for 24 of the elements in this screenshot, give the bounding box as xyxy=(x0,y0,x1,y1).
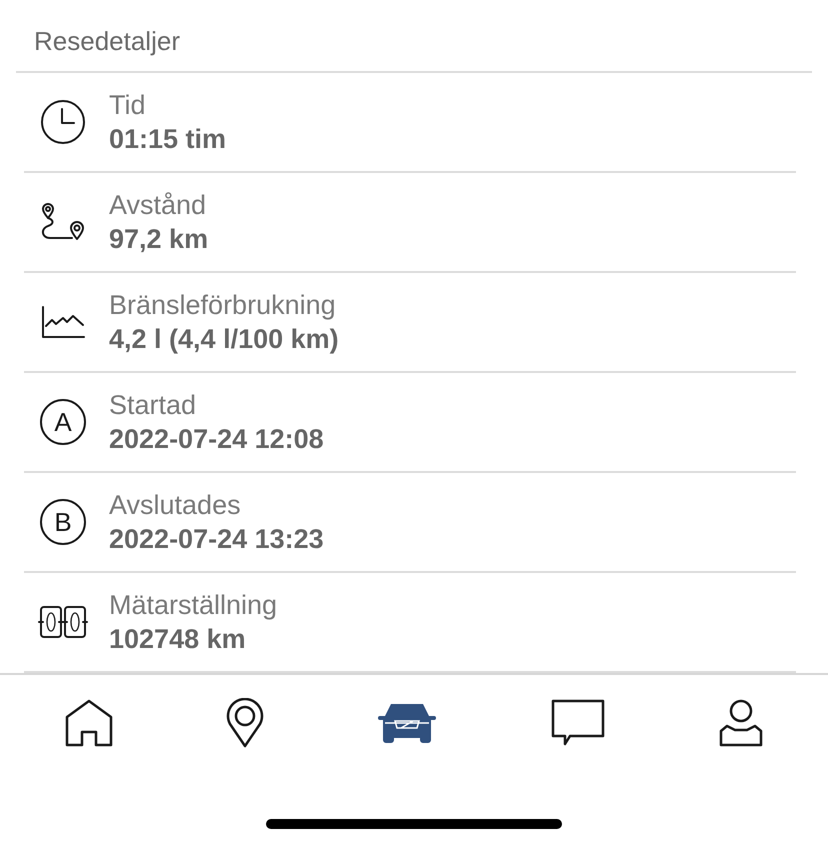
detail-value: 97,2 km xyxy=(109,223,208,256)
detail-label: Tid xyxy=(109,89,147,122)
detail-label: Startad xyxy=(109,389,198,422)
home-icon[interactable] xyxy=(64,699,113,747)
odometer-icon xyxy=(38,605,88,639)
detail-label: Avstånd xyxy=(109,189,208,222)
letter-icon: B xyxy=(40,499,86,545)
detail-label: Bränsleförbrukning xyxy=(109,289,337,322)
detail-value: 01:15 tim xyxy=(109,123,226,156)
clock-icon xyxy=(40,99,86,145)
speech-bubble-icon[interactable] xyxy=(550,699,606,747)
detail-value: 102748 km xyxy=(109,623,247,656)
detail-label: Avslutades xyxy=(109,489,242,522)
car-icon[interactable] xyxy=(376,702,437,744)
detail-value: 2022-07-24 12:08 xyxy=(109,423,324,456)
route-icon xyxy=(40,202,86,242)
detail-label: Mätarställning xyxy=(109,589,278,622)
map-pin-icon[interactable] xyxy=(226,698,264,748)
detail-value: 2022-07-24 13:23 xyxy=(109,523,324,556)
section-title: Resedetaljer xyxy=(34,25,180,58)
detail-value: 4,2 l (4,4 l/100 km) xyxy=(109,323,339,356)
line-chart-icon xyxy=(41,305,85,339)
letter-icon: A xyxy=(40,399,86,445)
person-icon[interactable] xyxy=(719,699,764,747)
